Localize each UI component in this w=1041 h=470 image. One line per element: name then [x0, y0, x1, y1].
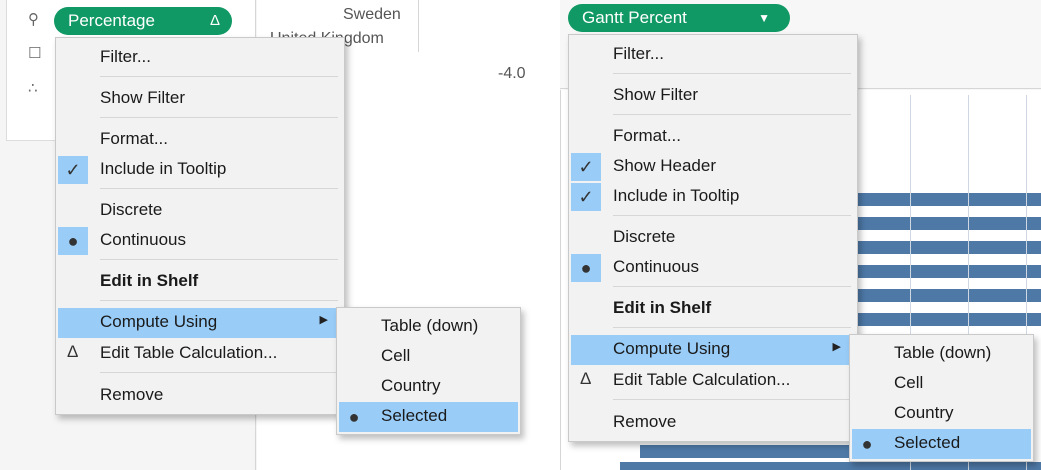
submenu-arrow-icon: ▶: [319, 314, 328, 326]
pill-label: Percentage: [68, 11, 155, 30]
menu-item-discrete[interactable]: Discrete: [569, 223, 857, 253]
menu-item-filter[interactable]: Filter...: [569, 40, 857, 70]
menu-separator: [100, 188, 338, 189]
submenu-item-country[interactable]: Country: [850, 399, 1033, 429]
pill-label: Gantt Percent: [582, 8, 687, 27]
submenu-item-cell[interactable]: Cell: [337, 342, 520, 372]
axis-tick-label: -4.0: [498, 65, 526, 82]
menu-item-filter[interactable]: Filter...: [56, 43, 344, 73]
checkmark-icon: ✓: [571, 183, 601, 211]
menu-item-show-filter[interactable]: Show Filter: [56, 84, 344, 114]
menu-separator: [100, 76, 338, 77]
delta-icon: Δ: [67, 342, 79, 361]
dropdown-arrow-icon[interactable]: ▼: [758, 4, 770, 32]
menu-item-include-in-tooltip[interactable]: ✓ Include in Tooltip: [56, 155, 344, 185]
tooltip-icon[interactable]: ☐: [28, 44, 41, 62]
radio-dot-icon: ●: [852, 430, 882, 458]
menu-separator: [613, 286, 851, 287]
menu-separator: [100, 300, 338, 301]
menu-separator: [100, 372, 338, 373]
menu-item-edit-in-shelf[interactable]: Edit in Shelf: [56, 267, 344, 297]
path-icon[interactable]: ∴: [28, 79, 38, 97]
submenu-item-selected[interactable]: ● Selected: [852, 429, 1031, 459]
gantt-percent-pill[interactable]: Gantt Percent ▼: [568, 4, 790, 32]
menu-separator: [613, 114, 851, 115]
submenu-item-country[interactable]: Country: [337, 372, 520, 402]
menu-item-compute-using[interactable]: Compute Using ▶: [571, 335, 855, 365]
menu-item-format[interactable]: Format...: [56, 125, 344, 155]
menu-item-edit-table-calculation[interactable]: Δ Edit Table Calculation...: [569, 366, 857, 396]
table-calc-delta-icon: Δ: [209, 12, 220, 29]
submenu-item-cell[interactable]: Cell: [850, 369, 1033, 399]
radio-dot-icon: ●: [339, 403, 369, 431]
menu-item-show-header[interactable]: ✓ Show Header: [569, 152, 857, 182]
menu-separator: [100, 117, 338, 118]
checkmark-icon: ✓: [58, 156, 88, 184]
submenu-item-selected[interactable]: ● Selected: [339, 402, 518, 432]
row-label-sweden: Sweden: [343, 6, 401, 23]
percentage-pill[interactable]: Percentage Δ: [54, 7, 232, 35]
submenu-item-table-down[interactable]: Table (down): [850, 339, 1033, 369]
menu-item-show-filter[interactable]: Show Filter: [569, 81, 857, 111]
detail-icon[interactable]: ⚲: [28, 10, 39, 28]
delta-icon: Δ: [580, 369, 592, 388]
pill-context-menu: Filter... Show Filter Format... ✓ Includ…: [55, 37, 345, 415]
menu-item-continuous[interactable]: ● Continuous: [56, 226, 344, 256]
menu-item-edit-in-shelf[interactable]: Edit in Shelf: [569, 294, 857, 324]
compute-using-submenu: Table (down) Cell Country ● Selected: [849, 334, 1034, 462]
menu-item-format[interactable]: Format...: [569, 122, 857, 152]
checkmark-icon: ✓: [571, 153, 601, 181]
menu-item-continuous[interactable]: ● Continuous: [569, 253, 857, 283]
gantt-bar: [620, 462, 1041, 470]
submenu-arrow-icon: ▶: [832, 341, 841, 353]
menu-item-include-in-tooltip[interactable]: ✓ Include in Tooltip: [569, 182, 857, 212]
compute-using-submenu: Table (down) Cell Country ● Selected: [336, 307, 521, 435]
radio-dot-icon: ●: [571, 254, 601, 282]
header-divider: [418, 0, 419, 52]
menu-item-discrete[interactable]: Discrete: [56, 196, 344, 226]
menu-item-remove[interactable]: Remove: [569, 408, 857, 438]
menu-separator: [613, 73, 851, 74]
gantt-bar: [640, 445, 860, 458]
menu-item-remove[interactable]: Remove: [56, 381, 344, 411]
radio-dot-icon: ●: [58, 227, 88, 255]
pill-context-menu: Filter... Show Filter Format... ✓ Show H…: [568, 34, 858, 442]
menu-separator: [613, 399, 851, 400]
menu-separator: [613, 215, 851, 216]
menu-separator: [613, 327, 851, 328]
submenu-item-table-down[interactable]: Table (down): [337, 312, 520, 342]
menu-item-compute-using[interactable]: Compute Using ▶: [58, 308, 342, 338]
menu-item-edit-table-calculation[interactable]: Δ Edit Table Calculation...: [56, 339, 344, 369]
menu-separator: [100, 259, 338, 260]
